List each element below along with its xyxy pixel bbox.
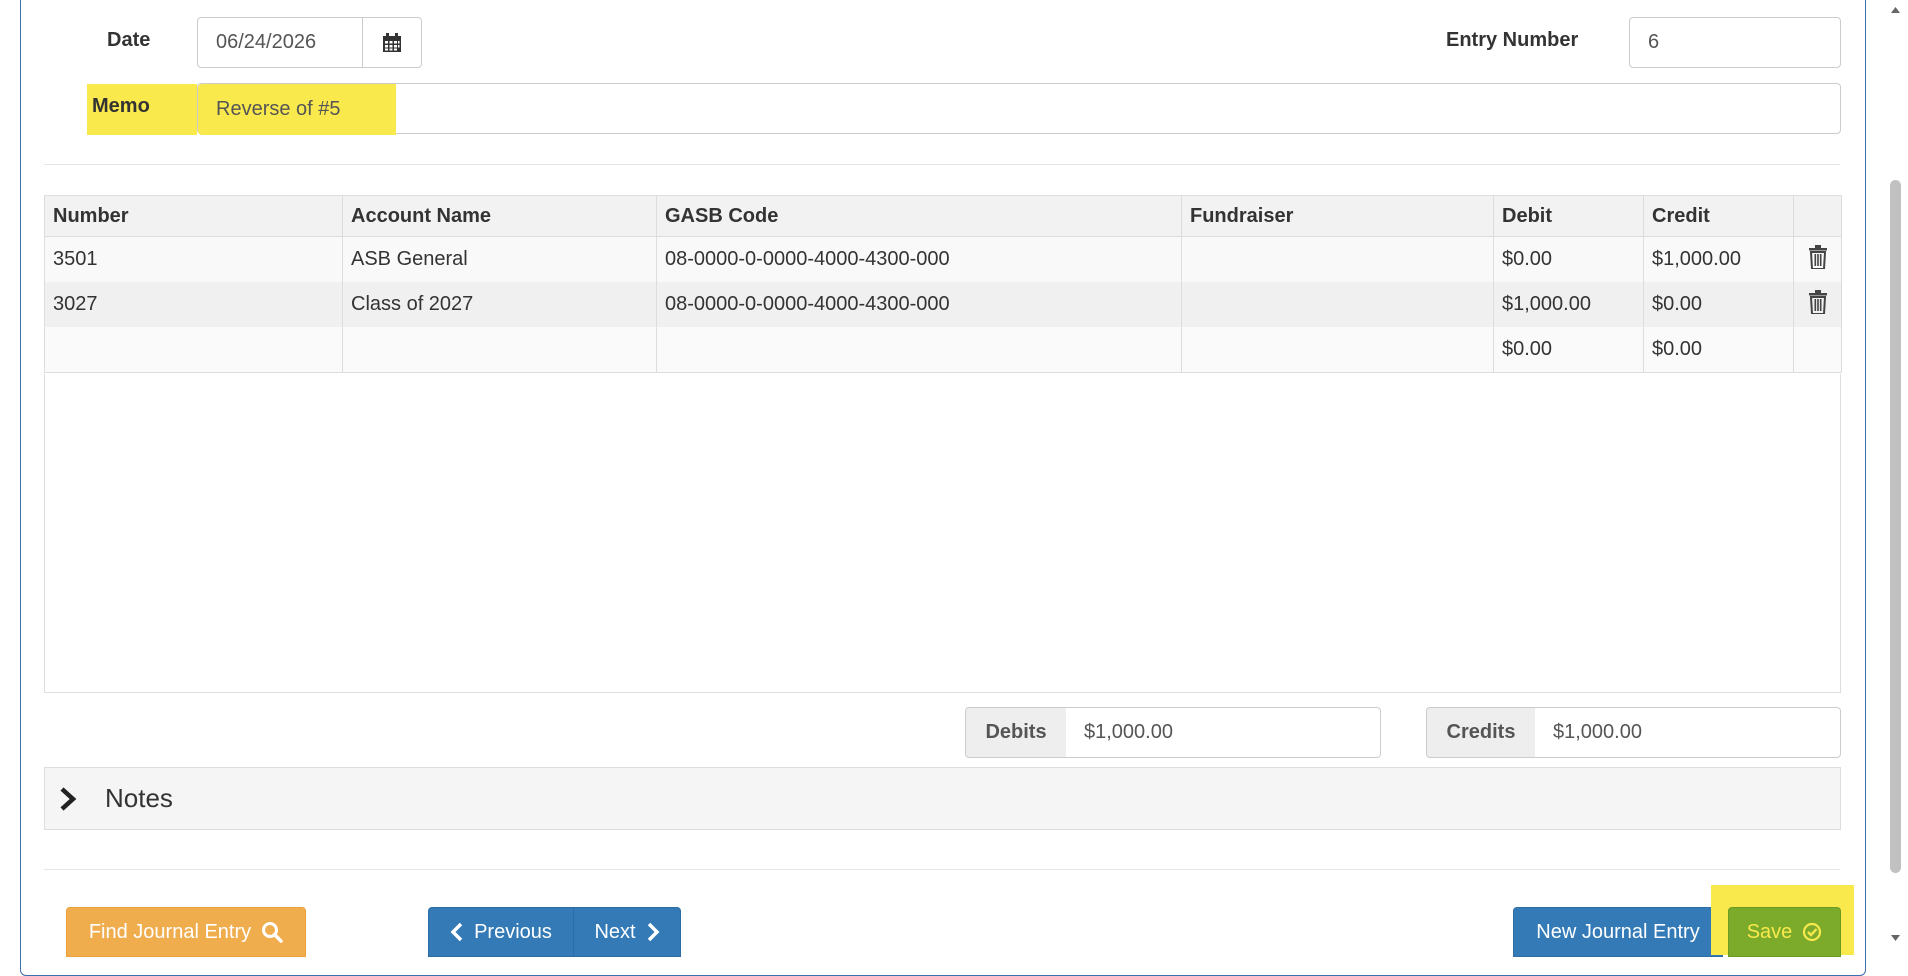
check-circle-icon bbox=[1803, 922, 1822, 942]
table-row[interactable]: 3027 Class of 2027 08-0000-0-0000-4000-4… bbox=[44, 282, 1842, 327]
cell-debit[interactable]: $0.00 bbox=[1493, 236, 1644, 282]
credits-label: Credits bbox=[1426, 707, 1536, 758]
scrollbar-thumb[interactable] bbox=[1890, 180, 1901, 873]
save-label: Save bbox=[1746, 920, 1793, 943]
table-row-new[interactable]: $0.00 $0.00 bbox=[44, 327, 1842, 373]
cell-number[interactable] bbox=[44, 327, 343, 373]
find-journal-entry-button[interactable]: Find Journal Entry bbox=[66, 907, 306, 957]
notes-label: Notes bbox=[105, 783, 173, 813]
entry-number-input[interactable]: 6 bbox=[1629, 17, 1841, 68]
debits-total: $1,000.00 bbox=[1066, 707, 1381, 758]
debits-label: Debits bbox=[965, 707, 1067, 758]
date-input[interactable]: 06/24/2026 bbox=[197, 17, 363, 68]
memo-input[interactable] bbox=[197, 83, 1841, 134]
credits-total: $1,000.00 bbox=[1535, 707, 1841, 758]
cell-actions bbox=[1793, 327, 1842, 373]
cell-credit[interactable]: $1,000.00 bbox=[1643, 236, 1794, 282]
col-debit[interactable]: Debit bbox=[1493, 195, 1644, 237]
cell-fundraiser[interactable] bbox=[1181, 236, 1494, 282]
scroll-down-arrow-icon[interactable] bbox=[1883, 930, 1908, 946]
scroll-up-arrow-icon[interactable] bbox=[1883, 2, 1908, 18]
calendar-icon bbox=[383, 32, 401, 52]
col-fundraiser[interactable]: Fundraiser bbox=[1181, 195, 1494, 237]
cell-fundraiser[interactable] bbox=[1181, 327, 1494, 373]
chevron-right-icon bbox=[60, 786, 77, 811]
journal-lines-table: Number Account Name GASB Code Fundraiser… bbox=[44, 195, 1842, 373]
cell-gasb-code[interactable] bbox=[656, 327, 1182, 373]
cell-debit[interactable]: $1,000.00 bbox=[1493, 282, 1644, 327]
divider bbox=[44, 164, 1840, 165]
chevron-left-icon bbox=[450, 922, 463, 942]
cell-account-name[interactable]: ASB General bbox=[342, 236, 657, 282]
delete-row-button[interactable] bbox=[1793, 282, 1842, 327]
cell-credit[interactable]: $0.00 bbox=[1643, 327, 1794, 373]
chevron-right-icon bbox=[647, 922, 660, 942]
memo-label: Memo bbox=[92, 95, 150, 117]
col-actions bbox=[1793, 195, 1842, 237]
entry-number-label: Entry Number bbox=[1446, 29, 1579, 51]
find-journal-entry-label: Find Journal Entry bbox=[88, 920, 252, 943]
memo-value: Reverse of #5 bbox=[216, 98, 341, 120]
cell-fundraiser[interactable] bbox=[1181, 282, 1494, 327]
cell-debit[interactable]: $0.00 bbox=[1493, 327, 1644, 373]
table-row[interactable]: 3501 ASB General 08-0000-0-0000-4000-430… bbox=[44, 236, 1842, 282]
calendar-button[interactable] bbox=[362, 17, 422, 68]
cell-gasb-code[interactable]: 08-0000-0-0000-4000-4300-000 bbox=[656, 282, 1182, 327]
trash-icon bbox=[1808, 289, 1827, 314]
col-gasb-code[interactable]: GASB Code bbox=[656, 195, 1182, 237]
date-label: Date bbox=[107, 29, 151, 51]
cell-gasb-code[interactable]: 08-0000-0-0000-4000-4300-000 bbox=[656, 236, 1182, 282]
next-button[interactable]: Next bbox=[573, 907, 681, 957]
search-icon bbox=[262, 922, 283, 943]
divider bbox=[44, 869, 1840, 870]
new-journal-entry-label: New Journal Entry bbox=[1536, 920, 1700, 943]
save-button[interactable]: Save bbox=[1728, 907, 1841, 957]
next-label: Next bbox=[594, 920, 636, 943]
col-account-name[interactable]: Account Name bbox=[342, 195, 657, 237]
delete-row-button[interactable] bbox=[1793, 236, 1842, 282]
notes-panel-toggle[interactable]: Notes bbox=[44, 767, 1841, 830]
trash-icon bbox=[1808, 244, 1827, 269]
table-empty-area bbox=[44, 374, 1841, 693]
table-header-row: Number Account Name GASB Code Fundraiser… bbox=[44, 195, 1842, 237]
previous-button[interactable]: Previous bbox=[428, 907, 574, 957]
col-credit[interactable]: Credit bbox=[1643, 195, 1794, 237]
previous-label: Previous bbox=[474, 920, 552, 943]
col-number[interactable]: Number bbox=[44, 195, 343, 237]
cell-number[interactable]: 3027 bbox=[44, 282, 343, 327]
cell-account-name[interactable] bbox=[342, 327, 657, 373]
cell-number[interactable]: 3501 bbox=[44, 236, 343, 282]
cell-credit[interactable]: $0.00 bbox=[1643, 282, 1794, 327]
cell-account-name[interactable]: Class of 2027 bbox=[342, 282, 657, 327]
new-journal-entry-button[interactable]: New Journal Entry bbox=[1513, 907, 1723, 957]
